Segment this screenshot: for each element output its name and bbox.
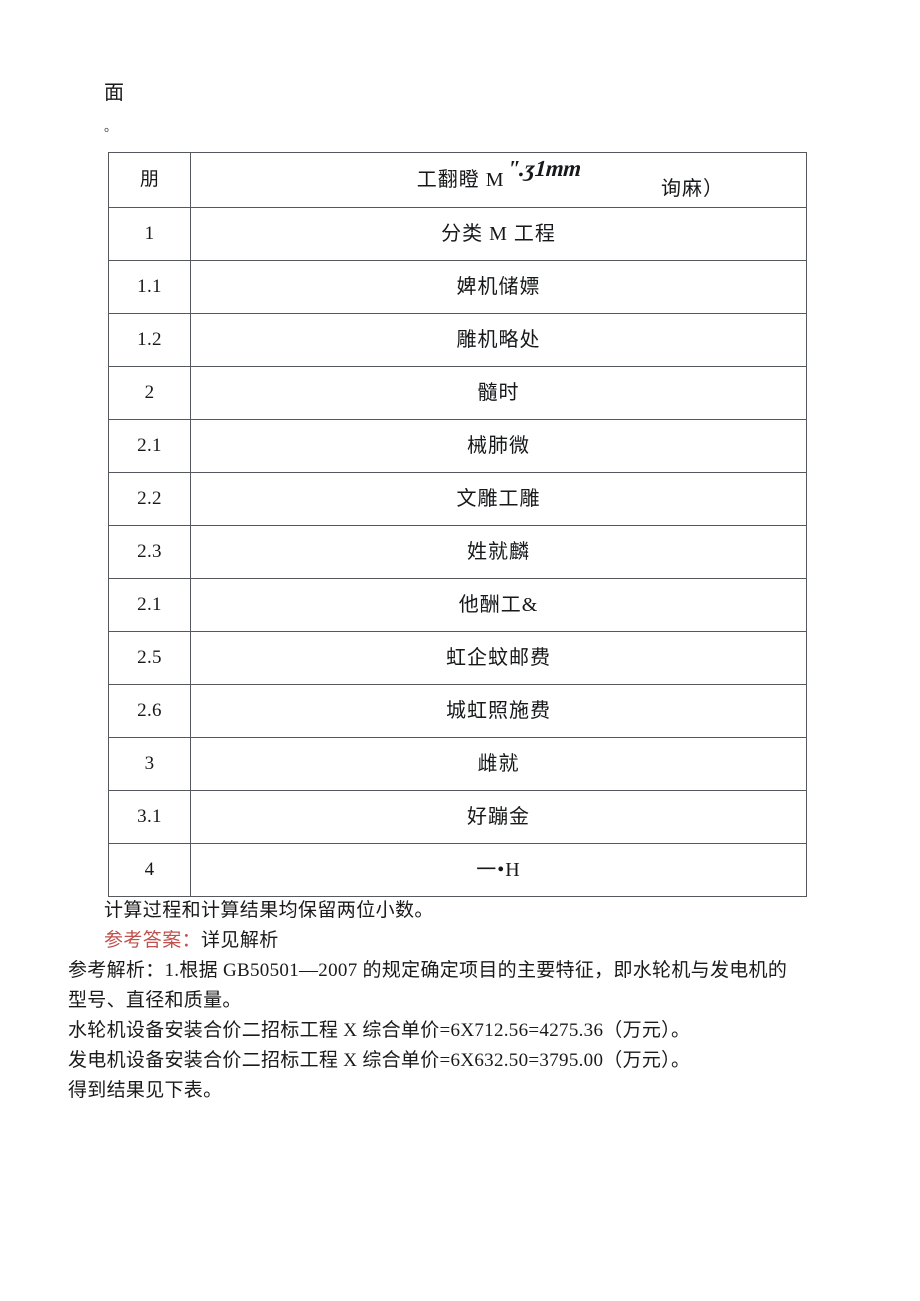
analysis-line-5: 得到结果见下表。 bbox=[68, 1080, 223, 1101]
row-number-cell: 2.1 bbox=[108, 419, 191, 473]
table-row: 2.2 文雕工雕 bbox=[108, 472, 807, 526]
row-number-cell: 1.2 bbox=[108, 313, 191, 367]
header-name-base: 工翻瞪 M bbox=[416, 169, 505, 191]
row-number-cell: 1.1 bbox=[108, 260, 191, 314]
table-row: 2.5 虹企蚊邮费 bbox=[108, 631, 807, 685]
table-row: 1.2 雕机略处 bbox=[108, 313, 807, 367]
row-name-cell: 分类 M 工程 bbox=[190, 207, 807, 261]
row-name-cell: 他酬工& bbox=[190, 578, 807, 632]
row-number-cell: 3 bbox=[108, 737, 191, 791]
fragment-text-top: 面 bbox=[104, 82, 125, 104]
row-name-cell: 虹企蚊邮费 bbox=[190, 631, 807, 685]
table-row: 3 雌就 bbox=[108, 737, 807, 791]
table-row: 4 一•H bbox=[108, 843, 807, 897]
analysis-line-1: 参考解析：1.根据 GB50501—2007 的规定确定项目的主要特征，即水轮机… bbox=[68, 960, 788, 981]
row-number-cell: 2.6 bbox=[108, 684, 191, 738]
row-name-cell: 雌就 bbox=[190, 737, 807, 791]
analysis-line-4: 发电机设备安装合价二招标工程 X 综合单价=6X632.50=3795.00（万… bbox=[68, 1050, 691, 1071]
row-number-cell: 2.1 bbox=[108, 578, 191, 632]
row-name-cell: 文雕工雕 bbox=[190, 472, 807, 526]
header-cell-number: 朋 bbox=[108, 152, 191, 208]
table-container: 朋 工翻瞪 M ʺ.ʒ1mm 询麻） 1 分类 M 工程 1.1 婢机储嫖 1.2 雕机略… bbox=[108, 152, 807, 897]
document-page: 面 。 朋 工翻瞪 M ʺ.ʒ1mm 询麻） 1 分类 M 工程 1.1 婢机储… bbox=[0, 0, 920, 1301]
row-number-cell: 1 bbox=[108, 207, 191, 261]
notes-section: 计算过程和计算结果均保留两位小数。 参考答案：详见解析 参考解析：1.根据 GB… bbox=[0, 896, 920, 1106]
item-breakdown-table: 朋 工翻瞪 M ʺ.ʒ1mm 询麻） 1 分类 M 工程 1.1 婢机储嫖 1.2 雕机略… bbox=[108, 152, 807, 897]
table-row: 2.1 械肺微 bbox=[108, 419, 807, 473]
table-header-row: 朋 工翻瞪 M ʺ.ʒ1mm 询麻） bbox=[108, 152, 807, 208]
analysis-line-3: 水轮机设备安装合价二招标工程 X 综合单价=6X712.56=4275.36（万… bbox=[68, 1020, 691, 1041]
answer-label: 参考答案： bbox=[104, 930, 202, 951]
analysis-line-2: 型号、直径和质量。 bbox=[68, 990, 242, 1011]
header-name-tail: 询麻） bbox=[661, 178, 724, 200]
table-row: 1 分类 M 工程 bbox=[108, 207, 807, 261]
header-name-inner: 工翻瞪 M ʺ.ʒ1mm 询麻） bbox=[195, 156, 802, 200]
row-number-cell: 2.3 bbox=[108, 525, 191, 579]
fragment-period: 。 bbox=[104, 119, 118, 134]
header-name-superscript: ʺ.ʒ1mm bbox=[505, 156, 582, 181]
table-row: 2.1 他酬工& bbox=[108, 578, 807, 632]
row-number-cell: 3.1 bbox=[108, 790, 191, 844]
precision-note: 计算过程和计算结果均保留两位小数。 bbox=[104, 900, 434, 921]
row-name-cell: 一•H bbox=[190, 843, 807, 897]
row-number-cell: 2.5 bbox=[108, 631, 191, 685]
row-name-cell: 姓就麟 bbox=[190, 525, 807, 579]
answer-value: 详见解析 bbox=[201, 930, 279, 951]
row-name-cell: 城虹照施费 bbox=[190, 684, 807, 738]
table-row: 1.1 婢机储嫖 bbox=[108, 260, 807, 314]
row-number-cell: 4 bbox=[108, 843, 191, 897]
row-name-cell: 好蹦金 bbox=[190, 790, 807, 844]
answer-line: 参考答案：详见解析 bbox=[0, 926, 920, 956]
table-row: 2 髓时 bbox=[108, 366, 807, 420]
row-number-cell: 2.2 bbox=[108, 472, 191, 526]
table-row: 2.6 城虹照施费 bbox=[108, 684, 807, 738]
row-number-cell: 2 bbox=[108, 366, 191, 420]
row-name-cell: 械肺微 bbox=[190, 419, 807, 473]
header-cell-name: 工翻瞪 M ʺ.ʒ1mm 询麻） bbox=[190, 152, 807, 208]
table-row: 3.1 好蹦金 bbox=[108, 790, 807, 844]
row-name-cell: 婢机储嫖 bbox=[190, 260, 807, 314]
table-row: 2.3 姓就麟 bbox=[108, 525, 807, 579]
row-name-cell: 髓时 bbox=[190, 366, 807, 420]
row-name-cell: 雕机略处 bbox=[190, 313, 807, 367]
